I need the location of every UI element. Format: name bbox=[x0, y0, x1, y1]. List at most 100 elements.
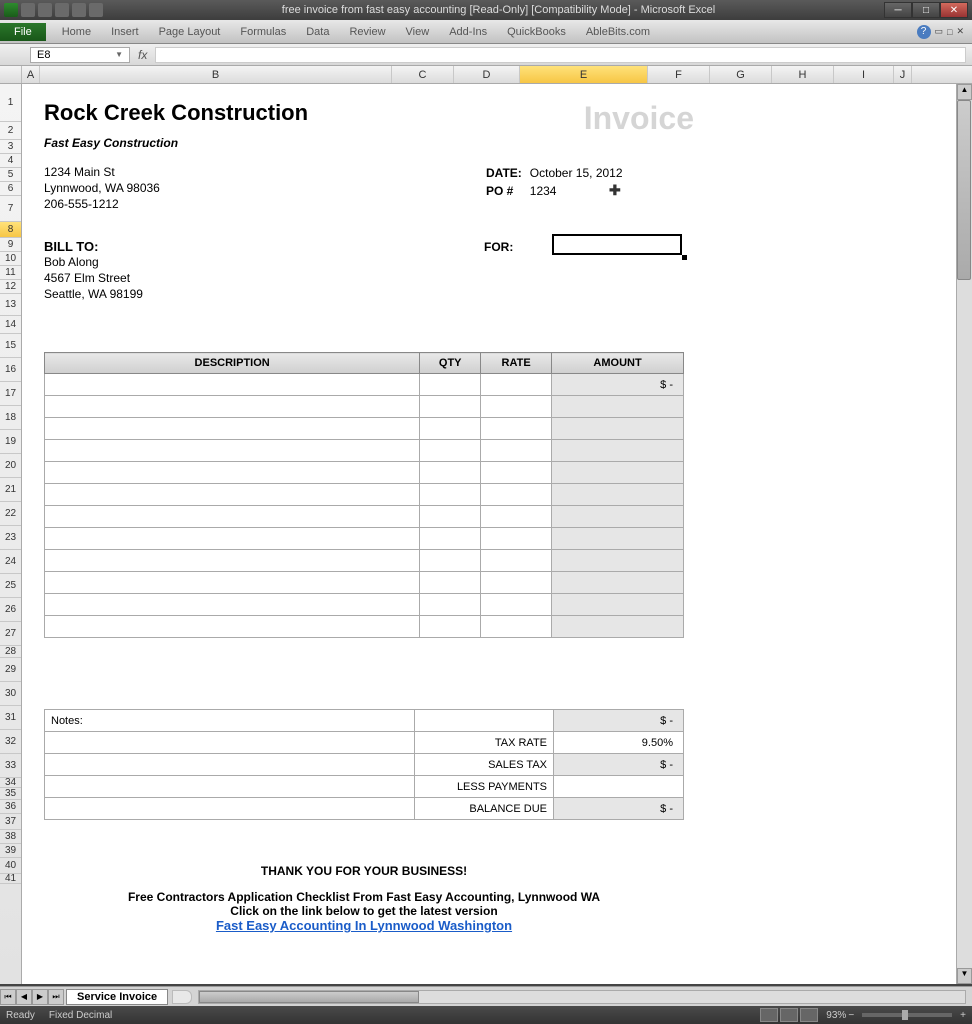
amount-cell[interactable] bbox=[552, 550, 684, 572]
cell[interactable] bbox=[45, 594, 420, 616]
tax-rate-value[interactable]: 9.50% bbox=[554, 732, 684, 754]
cell[interactable] bbox=[45, 440, 420, 462]
cell[interactable] bbox=[481, 616, 552, 638]
row-header-17[interactable]: 17 bbox=[0, 382, 21, 406]
cell[interactable] bbox=[420, 594, 481, 616]
row-header-35[interactable]: 35 bbox=[0, 788, 21, 800]
cell[interactable] bbox=[45, 506, 420, 528]
amount-cell[interactable]: $ - bbox=[552, 374, 684, 396]
scroll-down-button[interactable]: ▼ bbox=[957, 968, 972, 984]
row-header-26[interactable]: 26 bbox=[0, 598, 21, 622]
ribbon-tab-insert[interactable]: Insert bbox=[101, 23, 149, 41]
cell[interactable] bbox=[481, 594, 552, 616]
cell[interactable] bbox=[481, 440, 552, 462]
notes-label[interactable]: Notes: bbox=[45, 710, 415, 732]
row-header-13[interactable]: 13 bbox=[0, 294, 21, 316]
cell[interactable] bbox=[45, 396, 420, 418]
row-header-23[interactable]: 23 bbox=[0, 526, 21, 550]
row-header-39[interactable]: 39 bbox=[0, 844, 21, 858]
cell[interactable] bbox=[481, 418, 552, 440]
undo-icon[interactable] bbox=[38, 3, 52, 17]
zoom-knob[interactable] bbox=[902, 1010, 908, 1020]
amount-cell[interactable] bbox=[552, 506, 684, 528]
ribbon-tab-data[interactable]: Data bbox=[296, 23, 339, 41]
ribbon-tab-quickbooks[interactable]: QuickBooks bbox=[497, 23, 576, 41]
cell[interactable] bbox=[420, 440, 481, 462]
cell[interactable] bbox=[481, 484, 552, 506]
row-header-5[interactable]: 5 bbox=[0, 168, 21, 182]
row-header-27[interactable]: 27 bbox=[0, 622, 21, 646]
name-box[interactable]: E8 ▼ bbox=[30, 47, 130, 63]
cell[interactable] bbox=[481, 572, 552, 594]
zoom-out-button[interactable]: − bbox=[848, 1010, 854, 1021]
cell[interactable] bbox=[481, 550, 552, 572]
cell[interactable] bbox=[420, 484, 481, 506]
row-header-30[interactable]: 30 bbox=[0, 682, 21, 706]
row-header-31[interactable]: 31 bbox=[0, 706, 21, 730]
row-header-38[interactable]: 38 bbox=[0, 830, 21, 844]
cell[interactable] bbox=[45, 418, 420, 440]
row-header-1[interactable]: 1 bbox=[0, 84, 21, 122]
active-cell-selection[interactable] bbox=[552, 234, 682, 255]
row-header-16[interactable]: 16 bbox=[0, 358, 21, 382]
help-icon[interactable]: ? bbox=[917, 25, 931, 39]
ribbon-close-icon[interactable]: ✕ bbox=[956, 26, 964, 37]
row-header-22[interactable]: 22 bbox=[0, 502, 21, 526]
cell[interactable] bbox=[45, 616, 420, 638]
row-header-21[interactable]: 21 bbox=[0, 478, 21, 502]
scroll-thumb[interactable] bbox=[957, 100, 971, 280]
cell[interactable] bbox=[420, 374, 481, 396]
row-header-18[interactable]: 18 bbox=[0, 406, 21, 430]
column-header-H[interactable]: H bbox=[772, 66, 834, 83]
name-box-dropdown-icon[interactable]: ▼ bbox=[115, 50, 123, 59]
view-normal-button[interactable] bbox=[760, 1008, 778, 1022]
sheet-nav-prev[interactable]: ◀ bbox=[16, 989, 32, 1005]
amount-cell[interactable] bbox=[552, 594, 684, 616]
row-header-36[interactable]: 36 bbox=[0, 800, 21, 814]
row-header-19[interactable]: 19 bbox=[0, 430, 21, 454]
ribbon-restore-icon[interactable]: □ bbox=[947, 27, 952, 37]
row-header-25[interactable]: 25 bbox=[0, 574, 21, 598]
amount-cell[interactable] bbox=[552, 418, 684, 440]
horizontal-scrollbar[interactable] bbox=[198, 990, 966, 1004]
footer-link[interactable]: Fast Easy Accounting In Lynnwood Washing… bbox=[216, 918, 512, 933]
cell[interactable] bbox=[481, 374, 552, 396]
column-header-B[interactable]: B bbox=[40, 66, 392, 83]
amount-cell[interactable] bbox=[552, 484, 684, 506]
zoom-in-button[interactable]: + bbox=[960, 1010, 966, 1021]
close-button[interactable]: ✕ bbox=[940, 2, 968, 18]
amount-cell[interactable] bbox=[552, 572, 684, 594]
cell[interactable] bbox=[481, 462, 552, 484]
ribbon-minimize-icon[interactable]: ▭ bbox=[935, 26, 944, 37]
column-header-E[interactable]: E bbox=[520, 66, 648, 83]
cell[interactable] bbox=[420, 528, 481, 550]
cell[interactable] bbox=[481, 528, 552, 550]
hscroll-thumb[interactable] bbox=[199, 991, 419, 1003]
scroll-up-button[interactable]: ▲ bbox=[957, 84, 972, 100]
minimize-button[interactable]: ─ bbox=[884, 2, 912, 18]
row-header-14[interactable]: 14 bbox=[0, 316, 21, 334]
cell[interactable] bbox=[481, 396, 552, 418]
column-header-D[interactable]: D bbox=[454, 66, 520, 83]
cell[interactable] bbox=[45, 572, 420, 594]
row-header-20[interactable]: 20 bbox=[0, 454, 21, 478]
row-header-9[interactable]: 9 bbox=[0, 238, 21, 252]
cell[interactable] bbox=[45, 462, 420, 484]
row-header-2[interactable]: 2 bbox=[0, 122, 21, 140]
row-header-37[interactable]: 37 bbox=[0, 814, 21, 830]
row-header-32[interactable]: 32 bbox=[0, 730, 21, 754]
amount-cell[interactable] bbox=[552, 528, 684, 550]
amount-cell[interactable] bbox=[552, 616, 684, 638]
zoom-slider[interactable] bbox=[862, 1013, 952, 1017]
select-all-corner[interactable] bbox=[0, 66, 22, 83]
row-header-33[interactable]: 33 bbox=[0, 754, 21, 778]
row-header-12[interactable]: 12 bbox=[0, 280, 21, 294]
notes-cell[interactable] bbox=[45, 732, 415, 754]
row-header-41[interactable]: 41 bbox=[0, 874, 21, 884]
sheet-nav-last[interactable]: ⏭ bbox=[48, 989, 64, 1005]
save-icon[interactable] bbox=[21, 3, 35, 17]
ribbon-tab-formulas[interactable]: Formulas bbox=[230, 23, 296, 41]
row-header-34[interactable]: 34 bbox=[0, 778, 21, 788]
sheet-nav-next[interactable]: ▶ bbox=[32, 989, 48, 1005]
amount-cell[interactable] bbox=[552, 462, 684, 484]
